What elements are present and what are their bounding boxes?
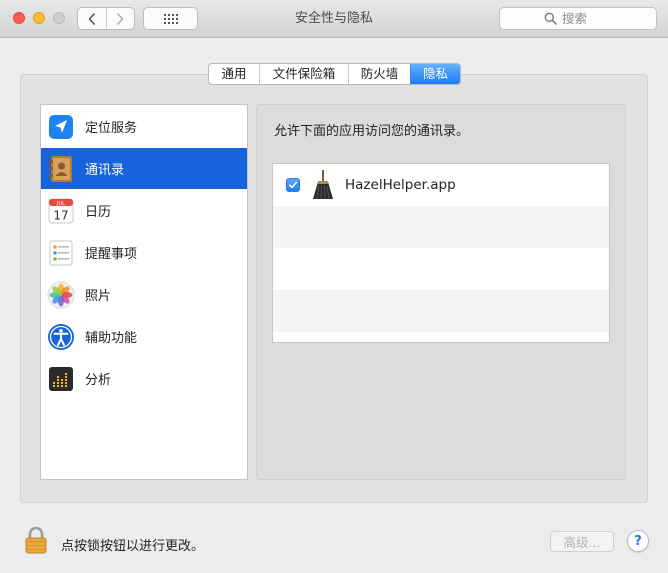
sidebar-item-photos[interactable]: 照片 xyxy=(41,274,247,315)
tab-firewall[interactable]: 防火墙 xyxy=(348,64,410,84)
search-field[interactable] xyxy=(499,7,657,30)
search-input[interactable] xyxy=(562,11,612,26)
forward-button[interactable] xyxy=(105,8,134,29)
access-description: 允许下面的应用访问您的通讯录。 xyxy=(274,124,470,139)
sidebar-item-calendar[interactable]: JUL 17 日历 xyxy=(41,190,247,231)
show-all-button[interactable] xyxy=(143,7,198,30)
tab-general[interactable]: 通用 xyxy=(209,64,259,84)
advanced-button[interactable]: 高级... xyxy=(550,531,614,552)
sidebar-item-label: 照片 xyxy=(85,289,112,304)
lock-icon[interactable] xyxy=(24,526,48,554)
empty-row xyxy=(273,248,609,290)
lock-instruction: 点按锁按钮以进行更改。 xyxy=(61,539,205,554)
sidebar-item-analytics[interactable]: 分析 xyxy=(41,358,247,399)
list-item[interactable]: HazelHelper.app xyxy=(273,164,609,206)
grid-icon xyxy=(163,13,178,24)
sidebar-item-label: 通讯录 xyxy=(85,163,125,178)
empty-row xyxy=(273,290,609,332)
sidebar-item-contacts[interactable]: 通讯录 xyxy=(41,148,247,189)
photos-icon xyxy=(47,281,75,309)
accessibility-icon xyxy=(47,323,75,351)
security-privacy-window: 安全性与隐私 通用 文件保险箱 防火墙 隐私 定位服务 xyxy=(0,0,668,573)
app-access-checkbox[interactable] xyxy=(286,178,300,192)
analytics-icon xyxy=(47,365,75,393)
location-arrow-icon xyxy=(47,113,75,141)
back-button[interactable] xyxy=(78,8,106,29)
sidebar-item-label: 分析 xyxy=(85,373,112,388)
app-name: HazelHelper.app xyxy=(345,177,456,193)
chevron-right-icon xyxy=(117,12,124,25)
navigation-buttons xyxy=(77,7,135,30)
contacts-book-icon xyxy=(47,155,75,183)
search-icon xyxy=(544,12,557,25)
tab-privacy[interactable]: 隐私 xyxy=(410,64,460,84)
chevron-left-icon xyxy=(88,12,95,25)
tab-filevault[interactable]: 文件保险箱 xyxy=(259,64,348,84)
reminders-icon xyxy=(47,239,75,267)
sidebar-item-label: 提醒事项 xyxy=(85,247,138,262)
sidebar-item-label: 辅助功能 xyxy=(85,331,138,346)
sidebar-item-location-services[interactable]: 定位服务 xyxy=(41,106,247,147)
app-access-list: HazelHelper.app xyxy=(272,163,610,343)
close-window-button[interactable] xyxy=(13,12,25,24)
help-button[interactable]: ? xyxy=(627,530,649,552)
tab-bar: 通用 文件保险箱 防火墙 隐私 xyxy=(208,63,461,85)
sidebar-item-accessibility[interactable]: 辅助功能 xyxy=(41,316,247,357)
calendar-icon: JUL 17 xyxy=(47,197,75,225)
minimize-window-button[interactable] xyxy=(33,12,45,24)
hazel-broom-icon xyxy=(313,170,333,200)
calendar-icon-day: 17 xyxy=(53,208,68,222)
privacy-category-list: 定位服务 通讯录 JUL 17 日历 提醒事项 照片 辅助功能 分析 xyxy=(40,104,248,480)
sidebar-item-label: 定位服务 xyxy=(85,121,138,136)
empty-row xyxy=(273,206,609,248)
calendar-icon-month: JUL xyxy=(56,201,65,207)
sidebar-item-reminders[interactable]: 提醒事项 xyxy=(41,232,247,273)
title-bar: 安全性与隐私 xyxy=(0,0,668,38)
checkmark-icon xyxy=(289,181,298,189)
zoom-window-button[interactable] xyxy=(53,12,65,24)
sidebar-item-label: 日历 xyxy=(85,205,112,220)
